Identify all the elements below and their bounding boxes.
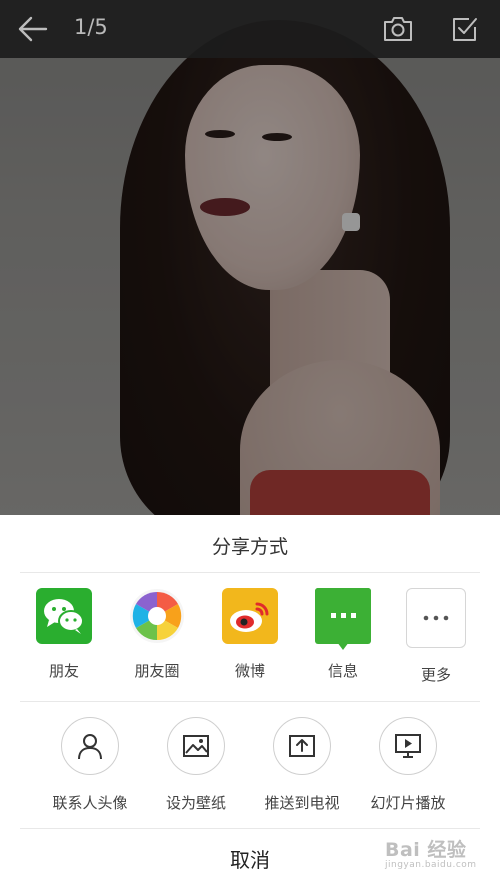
- share-label: 信息: [327, 662, 358, 680]
- camera-button[interactable]: [381, 12, 415, 46]
- more-icon: [406, 588, 466, 648]
- divider: [20, 701, 480, 702]
- share-label: 更多: [420, 666, 451, 684]
- baidu-watermark: Bai 经验 jingyan.baidu.com: [385, 835, 495, 875]
- slideshow-button[interactable]: 幻灯片播放: [353, 717, 463, 813]
- watermark-text: Bai 经验: [385, 839, 467, 861]
- weibo-icon: [222, 588, 278, 644]
- slideshow-icon: [379, 717, 437, 775]
- watermark-subtext: jingyan.baidu.com: [385, 860, 477, 870]
- share-more[interactable]: 更多: [391, 588, 481, 685]
- share-moments[interactable]: 朋友圈: [112, 588, 202, 681]
- cast-icon: [273, 717, 331, 775]
- share-wechat-friend[interactable]: 朋友: [19, 588, 109, 681]
- wechat-icon: [36, 588, 92, 644]
- action-label: 幻灯片播放: [370, 794, 446, 812]
- viewer-top-bar: 1/5: [0, 0, 500, 58]
- select-button[interactable]: [448, 12, 482, 46]
- action-label: 推送到电视: [264, 794, 340, 812]
- share-weibo[interactable]: 微博: [205, 588, 295, 681]
- image-icon: [167, 717, 225, 775]
- set-contact-photo-button[interactable]: 联系人头像: [35, 717, 145, 813]
- back-button[interactable]: [16, 12, 50, 46]
- share-label: 微博: [234, 662, 265, 680]
- action-label: 设为壁纸: [165, 794, 226, 812]
- cast-to-tv-button[interactable]: 推送到电视: [247, 717, 357, 813]
- moments-icon: [129, 588, 185, 644]
- divider: [20, 828, 480, 829]
- page-indicator: 1/5: [74, 15, 108, 39]
- camera-icon: [384, 17, 412, 41]
- share-sheet-title: 分享方式: [211, 536, 288, 558]
- dim-overlay[interactable]: [0, 0, 500, 515]
- arrow-left-icon: [18, 16, 48, 42]
- share-label: 朋友圈: [134, 662, 180, 680]
- person-icon: [61, 717, 119, 775]
- checkbox-icon: [453, 18, 477, 41]
- share-message[interactable]: 信息: [298, 588, 388, 681]
- set-wallpaper-button[interactable]: 设为壁纸: [141, 717, 251, 813]
- action-label: 联系人头像: [52, 794, 128, 812]
- share-sheet: 分享方式 朋友 朋友圈 微博 信息 更多 联系人头像 设为壁纸 推送到电视 幻灯…: [0, 515, 500, 889]
- message-icon: [315, 588, 371, 650]
- share-label: 朋友: [48, 662, 79, 680]
- divider: [20, 572, 480, 573]
